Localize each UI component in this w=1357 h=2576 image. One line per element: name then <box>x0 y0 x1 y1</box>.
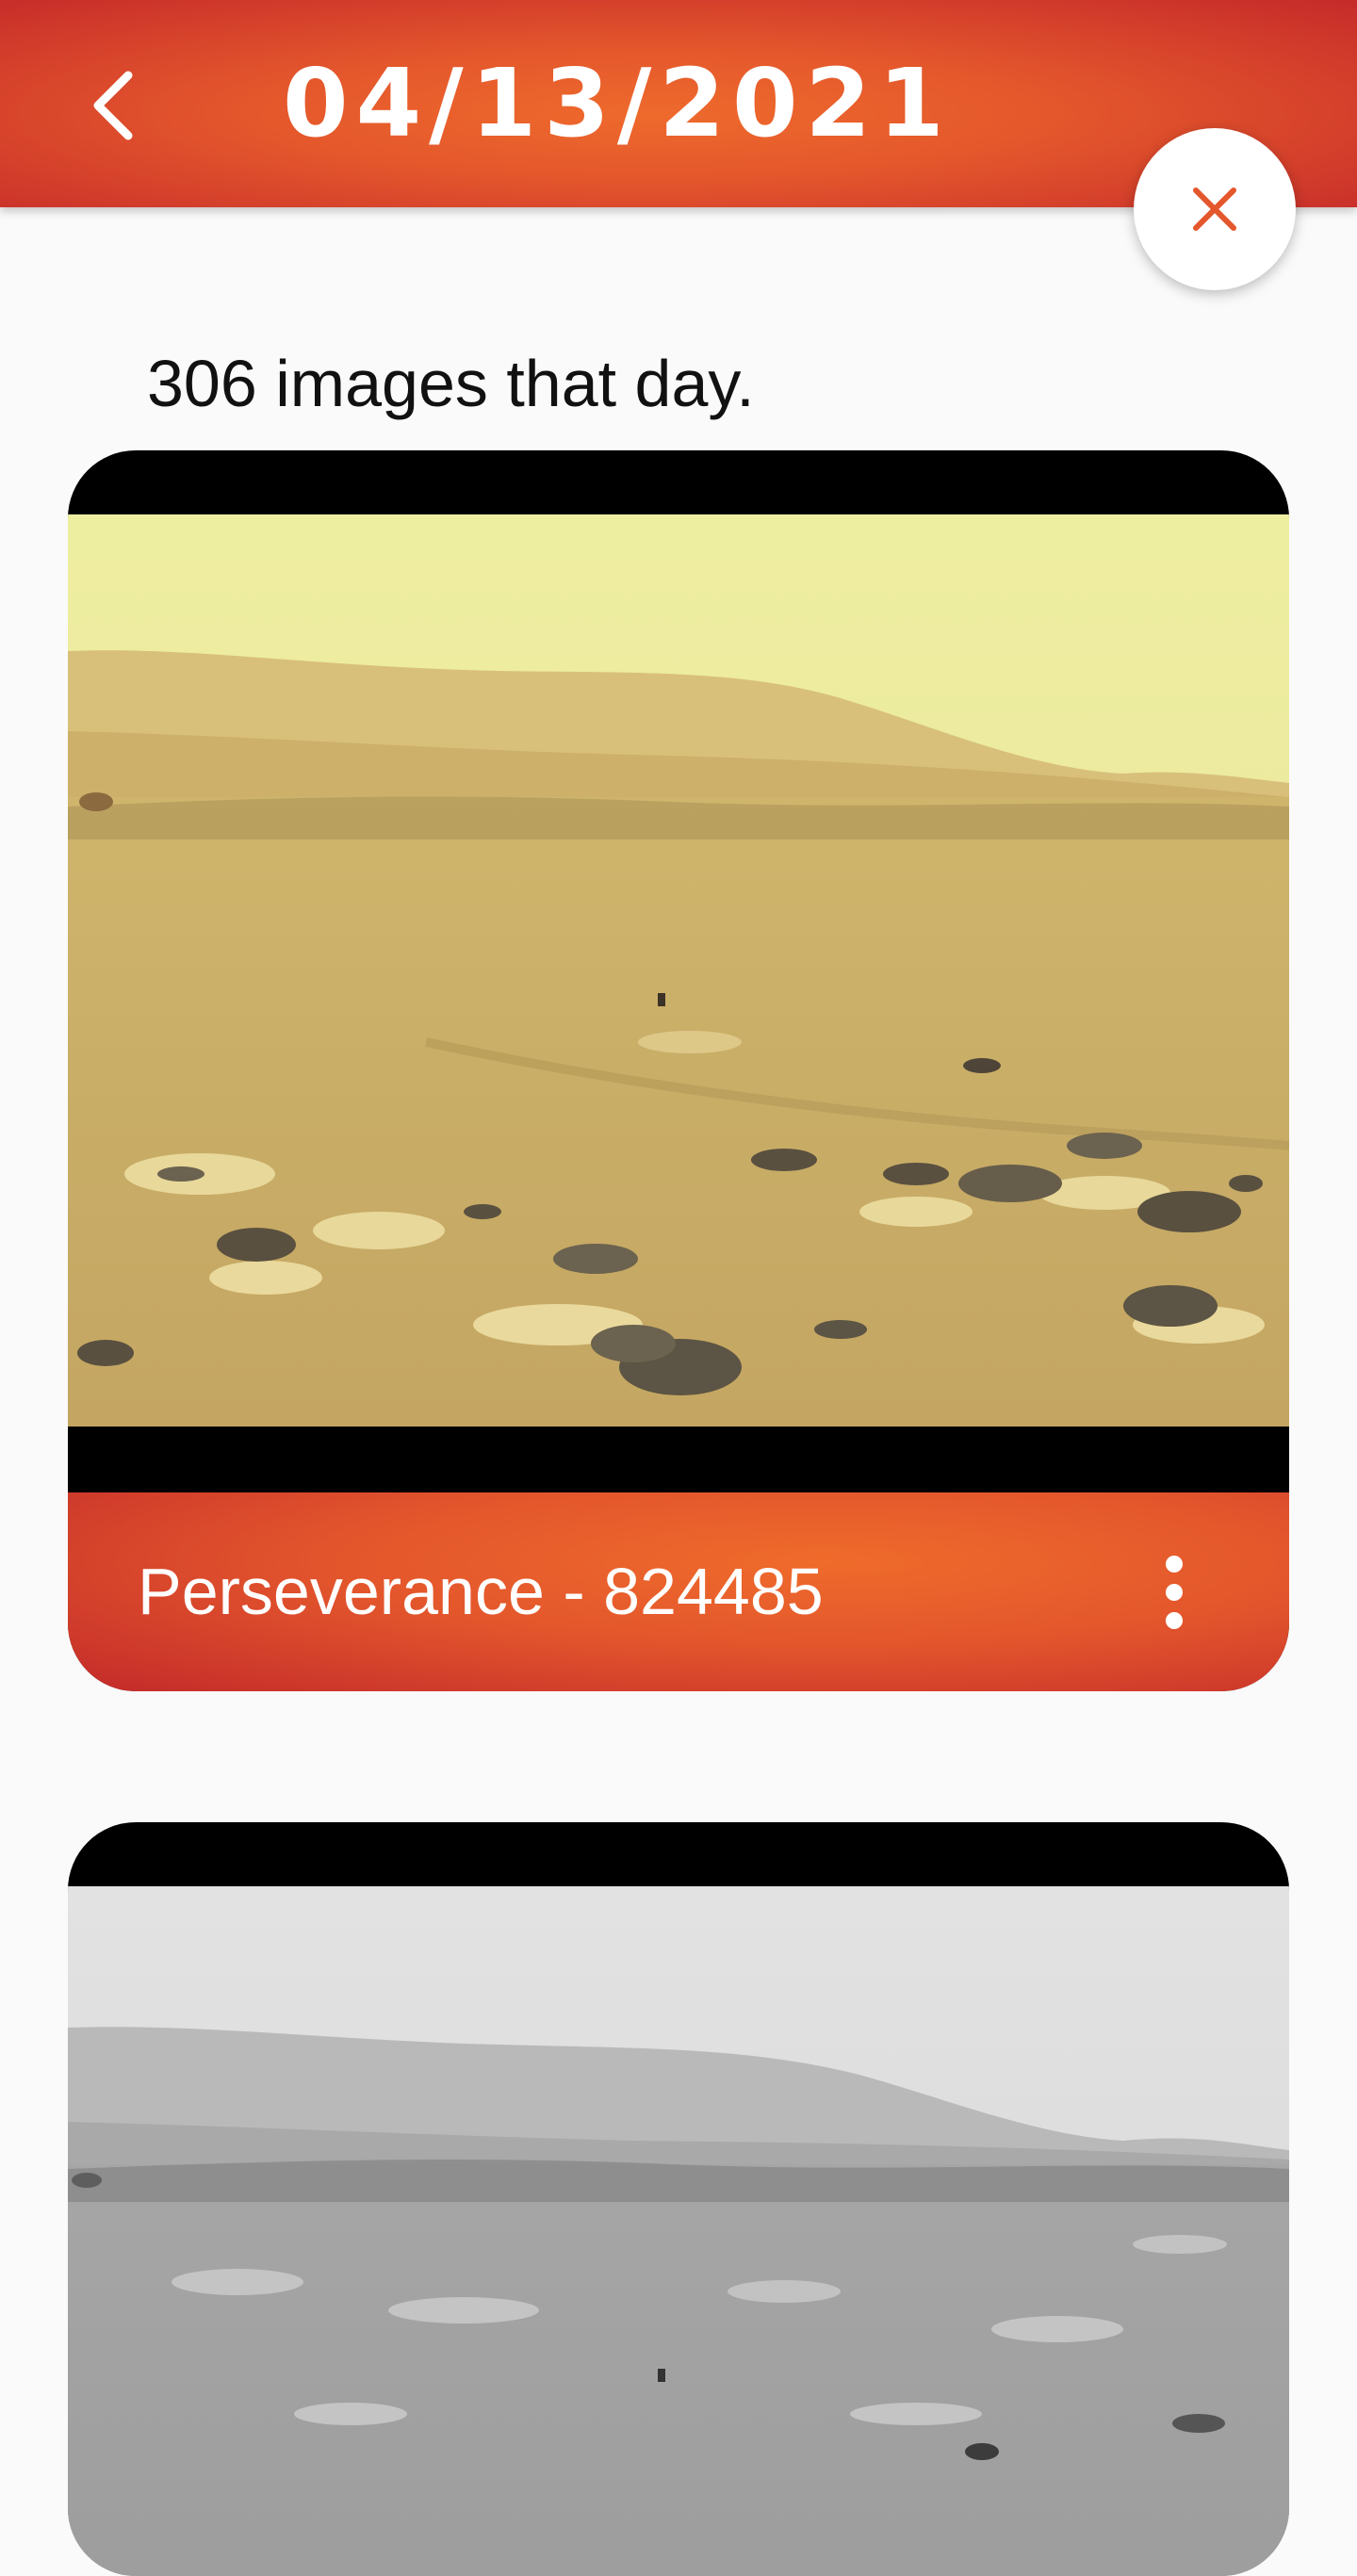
more-vert-icon <box>1166 1556 1183 1629</box>
photo-card[interactable] <box>68 1822 1289 2576</box>
mars-photo-grayscale[interactable] <box>68 1886 1289 2576</box>
photo-card[interactable]: Perseverance - 824485 <box>68 450 1289 1691</box>
close-icon <box>1193 187 1236 231</box>
photo-label: Perseverance - 824485 <box>138 1555 824 1628</box>
mars-photo-color[interactable] <box>68 514 1289 1427</box>
chevron-left-icon <box>93 71 133 140</box>
more-options-button[interactable] <box>1127 1545 1221 1639</box>
page-title: 04/13/2021 <box>283 48 952 158</box>
image-count-text: 306 images that day. <box>147 347 755 420</box>
back-button[interactable] <box>68 57 158 155</box>
close-button[interactable] <box>1134 128 1296 290</box>
photo-card-footer: Perseverance - 824485 <box>68 1492 1289 1691</box>
